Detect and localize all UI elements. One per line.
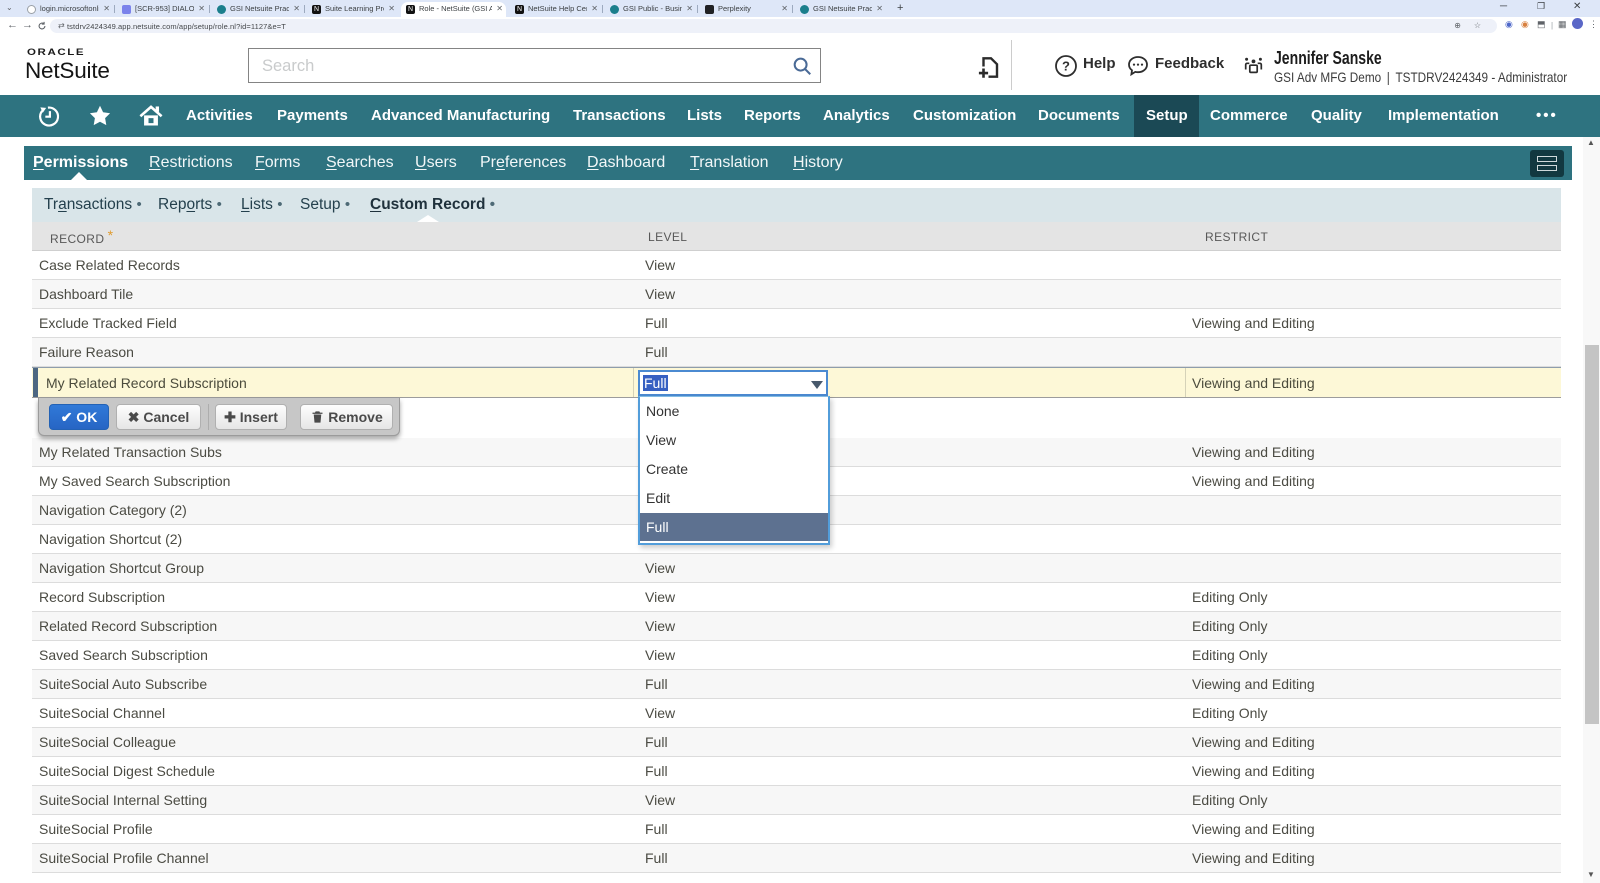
svg-text:?: ? (1062, 59, 1070, 74)
